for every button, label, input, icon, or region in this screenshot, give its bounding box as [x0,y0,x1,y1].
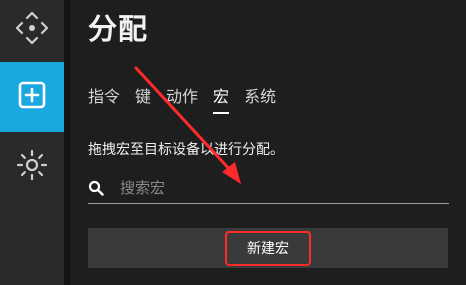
instruction-text: 拖拽宏至目标设备以进行分配。 [88,142,284,158]
move-icon [15,11,49,49]
tab-keys[interactable]: 键 [135,86,151,114]
tab-macros[interactable]: 宏 [213,86,230,114]
sidebar [0,0,64,285]
brightness-icon [15,148,49,186]
new-macro-label: 新建宏 [247,241,289,257]
tab-system[interactable]: 系统 [244,86,276,114]
sidebar-button-brightness[interactable] [0,134,64,200]
sidebar-button-add[interactable] [0,62,64,132]
search-bar [88,172,449,204]
tab-actions[interactable]: 动作 [166,86,198,114]
assign-panel: 分配 指令 键 动作 宏 系统 拖拽宏至目标设备以进行分配。 新建宏 [70,0,466,285]
page-title: 分配 [88,12,149,46]
search-input[interactable] [112,178,449,197]
sidebar-button-move[interactable] [0,0,64,60]
new-macro-button[interactable]: 新建宏 [88,228,448,268]
tab-commands[interactable]: 指令 [88,86,120,114]
search-icon [88,180,112,196]
add-icon [17,80,47,114]
highlight-box: 新建宏 [225,230,311,266]
tab-bar: 指令 键 动作 宏 系统 [88,86,291,116]
